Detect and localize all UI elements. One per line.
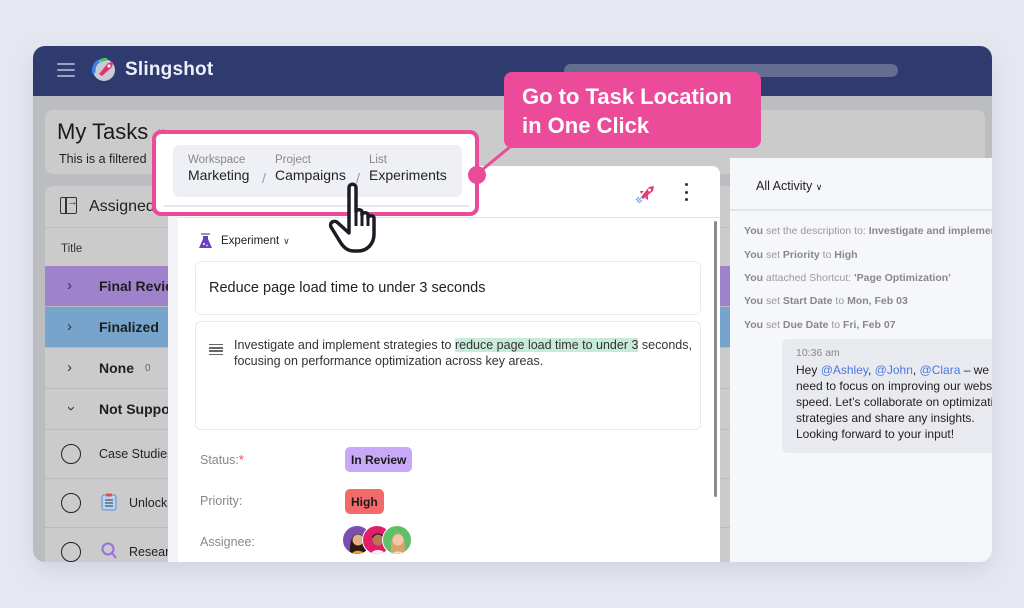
mention-link[interactable]: @Ashley [821, 363, 868, 377]
task-title: Case Studies [99, 447, 174, 461]
clipboard-icon [101, 493, 117, 511]
task-checkbox[interactable] [61, 542, 81, 562]
slingshot-logo-icon [91, 57, 115, 81]
scrollbar[interactable] [714, 221, 717, 497]
hand-pointer-icon [328, 182, 376, 253]
mention-link[interactable]: @Clara [920, 363, 961, 377]
search-icon [101, 542, 117, 559]
flask-icon [199, 233, 212, 248]
page-subtitle: This is a filtered [59, 152, 147, 166]
hamburger-menu-icon[interactable] [57, 63, 75, 77]
task-description-field[interactable]: Investigate and implement strategies to … [195, 321, 701, 430]
status-label: Status:* [200, 453, 244, 467]
comment-text: Hey @Ashley, @John, @Clara – we need to … [796, 363, 992, 441]
comment-bubble: 10:36 am Hey @Ashley, @John, @Clara – we… [782, 339, 992, 453]
activity-entry: You set Start Date to Mon, Feb 03 [744, 295, 908, 307]
task-title: Unlock [129, 496, 168, 510]
group-label: Finalized [99, 319, 159, 335]
text-lines-icon [209, 344, 223, 355]
task-detail-content: Experiment ∨ Reduce page load time to un… [178, 166, 720, 562]
breadcrumb-callout: Workspace Marketing / Project Campaigns … [152, 130, 479, 216]
rocket-icon[interactable] [635, 184, 655, 204]
breadcrumb-workspace[interactable]: Workspace Marketing [188, 154, 249, 183]
priority-badge[interactable]: High [345, 489, 384, 514]
group-count: 0 [145, 363, 151, 374]
breadcrumb-list[interactable]: List Experiments [369, 154, 447, 183]
divider [164, 205, 469, 207]
activity-entry: You set Priority to High [744, 249, 858, 261]
breadcrumb-separator: / [262, 170, 266, 186]
task-type-label: Experiment [221, 235, 280, 247]
task-checkbox[interactable] [61, 444, 81, 464]
chevron-down-icon: ∨ [283, 235, 290, 246]
more-options-icon[interactable] [683, 183, 689, 201]
chevron-down-icon: ∨ [815, 182, 823, 192]
chevron-right-icon: › [67, 318, 72, 335]
task-title-field[interactable]: Reduce page load time to under 3 seconds [195, 261, 701, 315]
avatar-clara[interactable] [382, 525, 412, 555]
breadcrumb: Workspace Marketing / Project Campaigns … [173, 145, 462, 197]
status-badge[interactable]: In Review [345, 447, 413, 472]
highlighted-text: reduce page load time to under 3 [454, 338, 639, 352]
task-checkbox[interactable] [61, 493, 81, 513]
chevron-right-icon: › [67, 359, 72, 376]
assignee-label: Assignee: [200, 535, 255, 549]
chevron-down-icon: › [63, 406, 80, 411]
priority-label: Priority: [200, 494, 243, 508]
comment-timestamp: 10:36 am [796, 347, 840, 359]
group-label: None [99, 360, 134, 376]
feature-tooltip: Go to Task Location in One Click [504, 72, 761, 148]
column-header-title: Title [61, 243, 83, 255]
chevron-right-icon: › [67, 277, 72, 294]
page-title: My Tasks [57, 119, 149, 144]
activity-entry: You set the description to: Investigate … [744, 225, 992, 237]
activity-panel: All Activity ∨ You set the description t… [730, 158, 992, 562]
activity-entry: You attached Shortcut: 'Page Optimizatio… [744, 272, 951, 284]
list-view-label: Assigned [89, 198, 155, 215]
task-type-selector[interactable]: Experiment ∨ [198, 232, 290, 250]
task-title-text: Reduce page load time to under 3 seconds [209, 280, 486, 296]
callout-dot [468, 166, 486, 184]
brand-name: Slingshot [125, 59, 214, 80]
activity-header: All Activity ∨ [730, 158, 992, 211]
expand-panel-icon[interactable] [60, 196, 78, 214]
task-description-text: Investigate and implement strategies to … [234, 338, 692, 368]
mention-link[interactable]: @John [875, 363, 913, 377]
activity-entry: You set Due Date to Fri, Feb 07 [744, 319, 896, 331]
task-detail-panel: Experiment ∨ Reduce page load time to un… [168, 166, 720, 562]
activity-filter-dropdown[interactable]: All Activity ∨ [756, 179, 822, 193]
breadcrumb-project[interactable]: Project Campaigns [275, 154, 346, 183]
